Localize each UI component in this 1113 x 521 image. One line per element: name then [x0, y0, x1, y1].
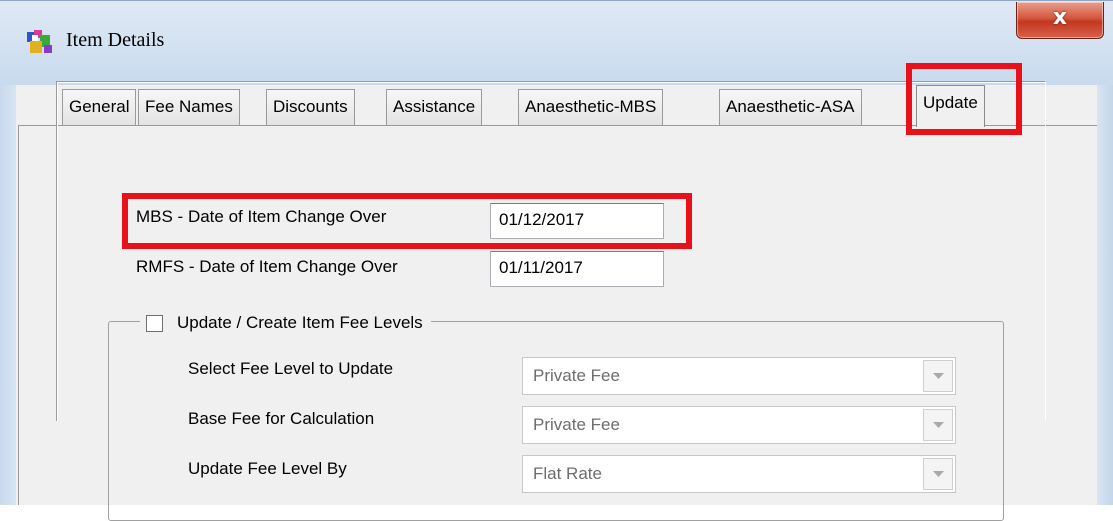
rmfs-date-field[interactable]: 01/11/2017	[490, 251, 664, 287]
close-icon: x	[1052, 5, 1068, 30]
chevron-down-icon	[933, 373, 944, 379]
title-bar[interactable]: Item Details x	[0, 1, 1113, 85]
update-fee-by-label: Update Fee Level By	[188, 459, 347, 478]
base-fee-value: Private Fee	[533, 415, 620, 434]
rmfs-date-label: RMFS - Date of Item Change Over	[136, 257, 398, 276]
dropdown-button[interactable]	[923, 360, 953, 392]
dropdown-button[interactable]	[923, 409, 953, 441]
app-icon	[27, 30, 52, 53]
mbs-date-label: MBS - Date of Item Change Over	[136, 207, 387, 226]
dropdown-button[interactable]	[923, 458, 953, 490]
base-fee-dropdown[interactable]: Private Fee	[522, 406, 956, 444]
select-fee-level-dropdown[interactable]: Private Fee	[522, 357, 956, 395]
item-details-window: Item Details x General Fee Names Discoun…	[0, 0, 1113, 521]
update-fee-levels-checkbox[interactable]	[146, 314, 163, 332]
close-button[interactable]: x	[1016, 2, 1104, 39]
mbs-date-field[interactable]: 01/12/2017	[490, 203, 664, 239]
tab-update[interactable]: Update	[916, 85, 985, 127]
window-title: Item Details	[66, 29, 165, 51]
chevron-down-icon	[933, 471, 944, 477]
select-fee-level-value: Private Fee	[533, 366, 620, 385]
select-fee-level-label: Select Fee Level to Update	[188, 359, 394, 378]
chevron-down-icon	[933, 422, 944, 428]
update-fee-levels-label[interactable]: Update / Create Item Fee Levels	[177, 313, 423, 333]
update-fee-by-value: Flat Rate	[533, 464, 602, 483]
update-fee-by-dropdown[interactable]: Flat Rate	[522, 455, 956, 493]
base-fee-label: Base Fee for Calculation	[188, 409, 375, 428]
fee-levels-legend: Update / Create Item Fee Levels	[140, 311, 431, 335]
window-frame-right	[1097, 85, 1113, 505]
window-frame-left	[0, 85, 16, 505]
